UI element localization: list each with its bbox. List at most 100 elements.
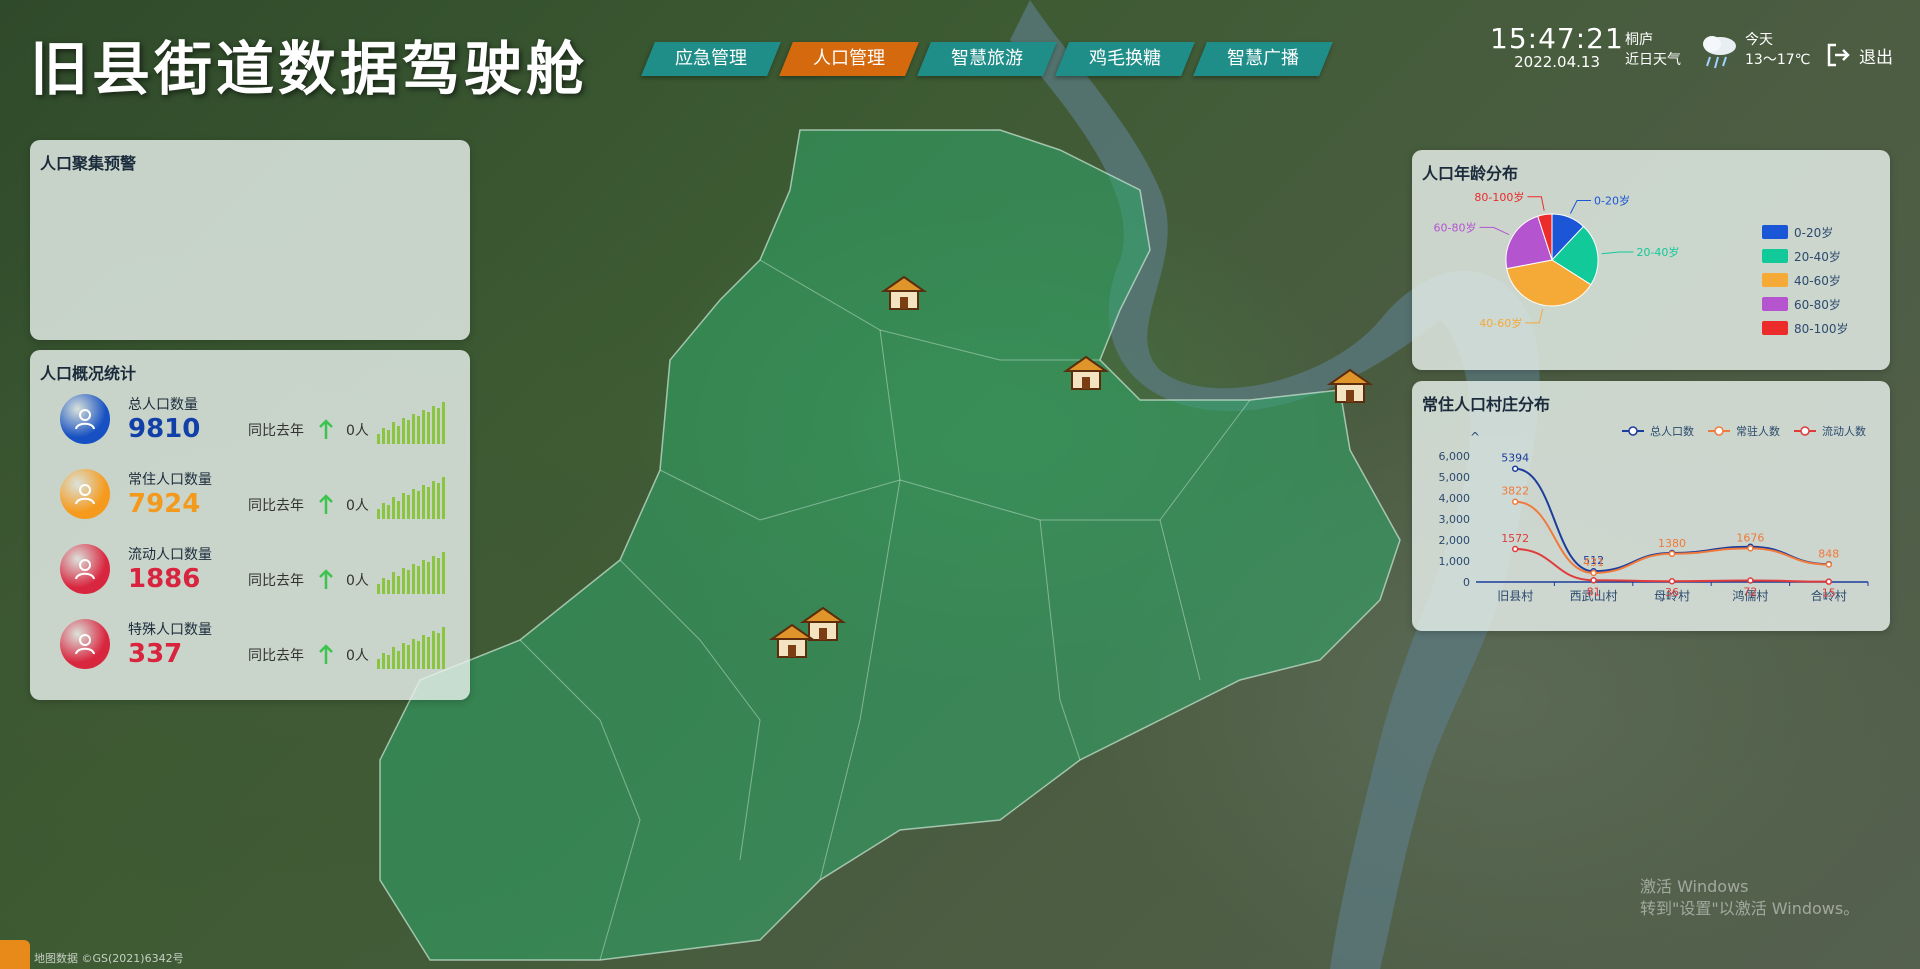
- warning-panel-title: 人口聚集预警: [40, 154, 137, 173]
- series-point[interactable]: [1747, 577, 1754, 584]
- y-tick-label: 1,000: [1439, 555, 1471, 568]
- series-point[interactable]: [1511, 545, 1519, 553]
- sparkbar: [417, 641, 420, 669]
- series-point[interactable]: [1511, 465, 1519, 472]
- legend-item[interactable]: 60-80岁: [1762, 292, 1849, 316]
- pie-label: 0-20岁: [1594, 193, 1630, 207]
- sparkbar: [432, 631, 435, 669]
- sparkbar: [422, 485, 425, 519]
- special-user-icon: [60, 619, 110, 669]
- logout-label: 退出: [1859, 47, 1893, 68]
- map-credit: 地图数据 ©GS(2021)6342号: [34, 952, 184, 965]
- sparkbar: [402, 643, 405, 669]
- tab-label: 应急管理: [675, 48, 747, 69]
- series-point[interactable]: [1668, 550, 1676, 558]
- tab-population[interactable]: 人口管理: [779, 42, 919, 76]
- y-tick-label: 5,000: [1439, 471, 1471, 484]
- sparkbar: [442, 402, 445, 444]
- y-tick-label: 3,000: [1439, 513, 1471, 526]
- pie-label: 20-40岁: [1636, 245, 1679, 259]
- data-label: 36: [1665, 586, 1679, 599]
- tab-tourism[interactable]: 智慧旅游: [917, 42, 1057, 76]
- legend-swatch: [1762, 321, 1788, 335]
- map-logo-icon[interactable]: [0, 940, 30, 969]
- series-point[interactable]: [1825, 578, 1833, 585]
- pie-leader-line: [1527, 196, 1545, 211]
- stat-value: 7924: [128, 489, 201, 519]
- sparkbar: [437, 483, 440, 519]
- weather-day: 今天: [1745, 32, 1773, 48]
- legend-item[interactable]: 40-60岁: [1762, 268, 1849, 292]
- legend-label[interactable]: 常驻人数: [1736, 424, 1780, 438]
- stat-delta: 0人: [346, 498, 369, 514]
- data-label: 81: [1587, 585, 1601, 598]
- logout-button[interactable]: 退出: [1825, 42, 1893, 68]
- location-city: 桐庐: [1625, 32, 1653, 48]
- series-point[interactable]: [1825, 561, 1833, 568]
- sparkbar: [397, 651, 400, 669]
- sparkbar: [392, 572, 395, 594]
- clock-date: 2022.04.13: [1514, 53, 1600, 71]
- sparkbar: [417, 491, 420, 519]
- sparkbar: [407, 570, 410, 594]
- sparkbar: [392, 422, 395, 444]
- x-tick-label: 旧县村: [1497, 589, 1533, 603]
- up-arrow-icon: [319, 494, 333, 514]
- age-legend: 0-20岁 20-40岁 40-60岁 60-80岁 80-100岁: [1762, 220, 1849, 340]
- sparkbar: [442, 552, 445, 594]
- tab-feather-candy[interactable]: 鸡毛换糖: [1055, 42, 1195, 76]
- legend-item[interactable]: 80-100岁: [1762, 316, 1849, 340]
- sparkbar: [427, 562, 430, 594]
- moving-user-icon: [60, 544, 110, 594]
- tab-emergency[interactable]: 应急管理: [641, 42, 781, 76]
- data-label: 1572: [1501, 532, 1529, 545]
- sparkbar: [402, 493, 405, 519]
- village-panel: 常住人口村庄分布 ^ 0 1,000 2,000 3,000 4,000 5,000 6,00…: [1412, 381, 1890, 631]
- sparkbar: [377, 659, 380, 669]
- stat-yoy-label: 同比去年: [248, 423, 304, 439]
- home-user-icon: [60, 469, 110, 519]
- sparkbar: [397, 426, 400, 444]
- sparkbar-icon: [377, 477, 445, 519]
- tab-broadcast[interactable]: 智慧广播: [1193, 42, 1333, 76]
- stat-delta: 0人: [346, 423, 369, 439]
- sparkbar: [387, 430, 390, 444]
- logout-icon: [1827, 43, 1850, 67]
- sparkbar: [387, 580, 390, 594]
- warning-panel: 人口聚集预警: [30, 140, 470, 340]
- sparkbar: [382, 653, 385, 669]
- series-point[interactable]: [1747, 545, 1754, 552]
- series-point[interactable]: [1590, 577, 1597, 584]
- sparkbar: [412, 564, 415, 594]
- series-point[interactable]: [1511, 498, 1519, 505]
- sparkbar: [382, 503, 385, 519]
- legend-label: 0-20岁: [1794, 225, 1834, 240]
- series-point[interactable]: [1668, 577, 1676, 585]
- sparkbar: [442, 477, 445, 519]
- watermark-line1: 激活 Windows: [1640, 877, 1749, 896]
- sparkbar: [422, 560, 425, 594]
- sparkbar-icon: [377, 627, 445, 669]
- sparkbar: [412, 489, 415, 519]
- legend-item[interactable]: 20-40岁: [1762, 244, 1849, 268]
- series-point[interactable]: [1590, 569, 1597, 577]
- y-tick-label: 0: [1463, 576, 1470, 589]
- data-label: 3822: [1501, 485, 1529, 498]
- sparkbar: [427, 412, 430, 444]
- y-tick-label: 6,000: [1439, 450, 1471, 463]
- stat-value: 337: [128, 639, 183, 669]
- legend-label[interactable]: 总人口数: [1650, 424, 1694, 438]
- sparkbar: [412, 414, 415, 444]
- legend-swatch: [1762, 273, 1788, 287]
- legend-item[interactable]: 0-20岁: [1762, 220, 1849, 244]
- y-axis-arrow: ^: [1470, 430, 1480, 444]
- pie-label: 60-80岁: [1434, 220, 1477, 234]
- stat-yoy-label: 同比去年: [248, 498, 304, 514]
- legend-label[interactable]: 流动人数: [1822, 424, 1866, 438]
- district-boundary: [379, 129, 1401, 961]
- windows-activation-watermark: 激活 Windows 转到"设置"以激活 Windows。: [1640, 876, 1859, 920]
- clock: 15:47:21 2022.04.13: [1490, 22, 1623, 71]
- age-panel: 人口年龄分布 0-20岁 20-40岁 40-60岁 60-80岁 80-100岁 0-…: [1412, 150, 1890, 370]
- sparkbar: [432, 481, 435, 519]
- sparkbar: [397, 501, 400, 519]
